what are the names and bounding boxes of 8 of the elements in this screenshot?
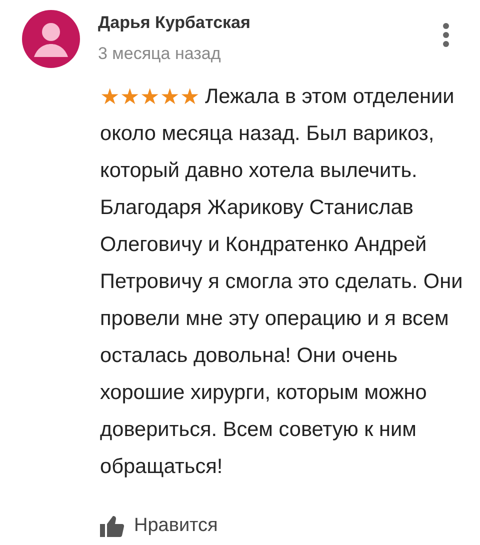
star-rating: ★★★★★ <box>100 83 200 111</box>
more-options-icon[interactable] <box>442 22 450 48</box>
review-text: ★★★★★ Лежала в этом отделении около месяца назад. Был варикоз, который давно хотела вылечить. Благодаря Жарикову Станислав Олеговичу и Кондратенко Андрей Петровичу я смогла это сделать. Они провели мне эту операцию и я всем осталась довольна! Они очень хорошие хирурги, которым можно довериться. Всем советую к ним обращаться! <box>100 78 472 485</box>
review-time: 3 месяца назад <box>98 43 222 65</box>
author-name: Дарья Курбатская <box>98 12 252 34</box>
like-label[interactable]: Нравится <box>134 515 218 537</box>
avatar-icon <box>22 10 80 68</box>
thumbs-up-icon[interactable] <box>100 515 124 537</box>
